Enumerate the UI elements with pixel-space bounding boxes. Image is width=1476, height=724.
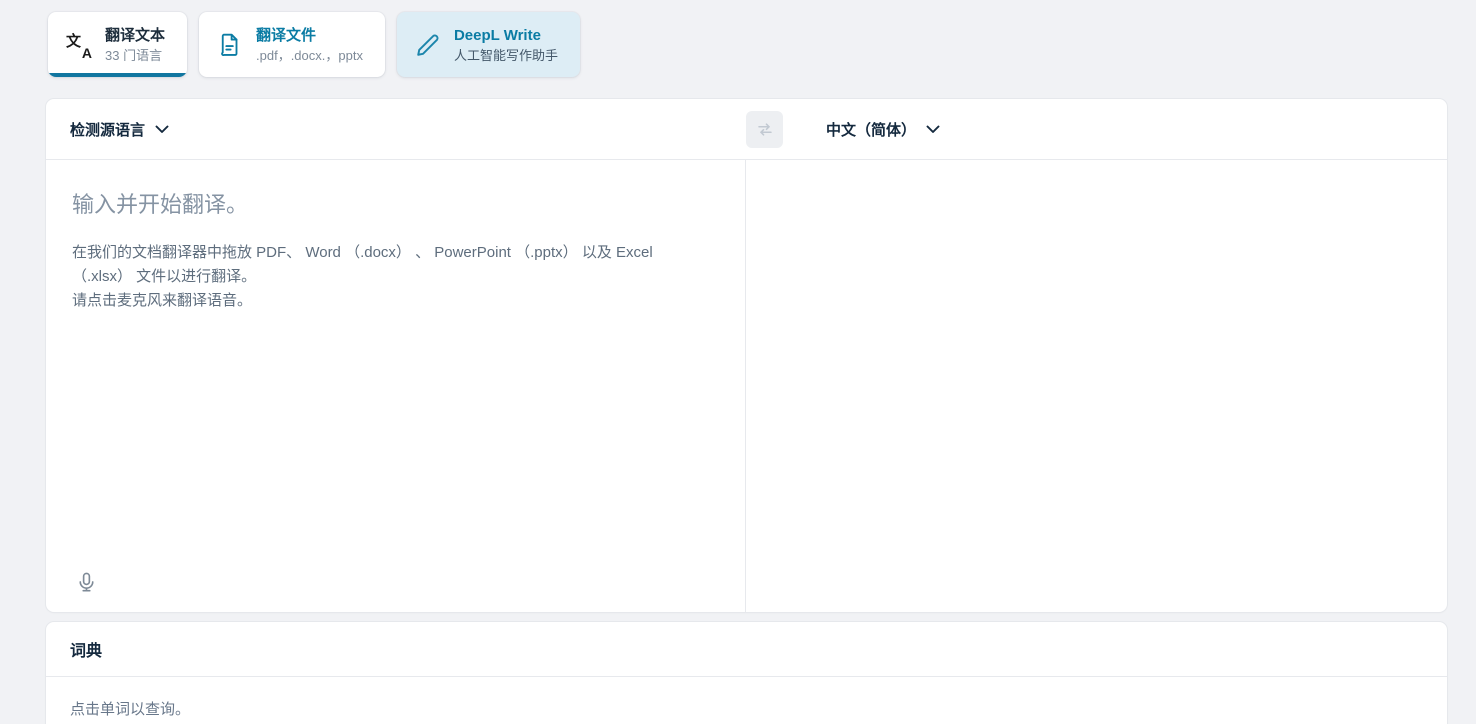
input-placeholder-line2: 请点击麦克风来翻译语音。 [72,289,676,313]
language-bar: 检测源语言 中文（简体） [46,99,1447,160]
tab-deepl-write[interactable]: DeepL Write 人工智能写作助手 [397,12,580,77]
tab-title: DeepL Write [454,26,558,45]
microphone-button[interactable] [70,566,102,598]
pencil-icon [415,32,441,58]
source-language-label: 检测源语言 [70,119,145,140]
translator-card: 检测源语言 中文（简体） [46,99,1447,612]
input-placeholder-body: 在我们的文档翻译器中拖放 PDF、 Word （.docx） 、 PowerPo… [72,241,676,313]
tab-subtitle: 33 门语言 [105,48,165,64]
swap-arrows-icon [754,120,776,139]
swap-languages-button[interactable] [746,111,783,148]
chevron-down-icon [155,125,169,134]
input-placeholder-line1: 在我们的文档翻译器中拖放 PDF、 Word （.docx） 、 PowerPo… [72,241,676,289]
tab-translate-files[interactable]: 翻译文件 .pdf，.docx.，pptx [199,12,385,77]
target-language-label: 中文（简体） [826,119,916,140]
translate-icon: 文 A [66,31,92,59]
tab-translate-text[interactable]: 文 A 翻译文本 33 门语言 [48,12,187,77]
top-tabs: 文 A 翻译文本 33 门语言 翻译文件 .pdf，.docx.，pptx [0,0,1476,77]
source-language-selector[interactable]: 检测源语言 [46,119,169,140]
source-text-input[interactable]: 输入并开始翻译。 在我们的文档翻译器中拖放 PDF、 Word （.docx） … [46,160,746,612]
dictionary-hint: 点击单词以查询。 [46,677,1447,719]
tab-subtitle: 人工智能写作助手 [454,48,558,64]
microphone-icon [75,571,98,594]
dictionary-card: 词典 点击单词以查询。 [46,622,1447,724]
tab-subtitle: .pdf，.docx.，pptx [256,48,363,64]
dictionary-title: 词典 [46,622,1447,677]
input-placeholder-title: 输入并开始翻译。 [72,190,705,220]
chevron-down-icon [926,125,940,134]
target-language-selector[interactable]: 中文（简体） [826,119,940,140]
tab-title: 翻译文件 [256,26,363,45]
tab-title: 翻译文本 [105,26,165,45]
document-icon [217,31,243,59]
translation-output[interactable] [746,160,1446,612]
